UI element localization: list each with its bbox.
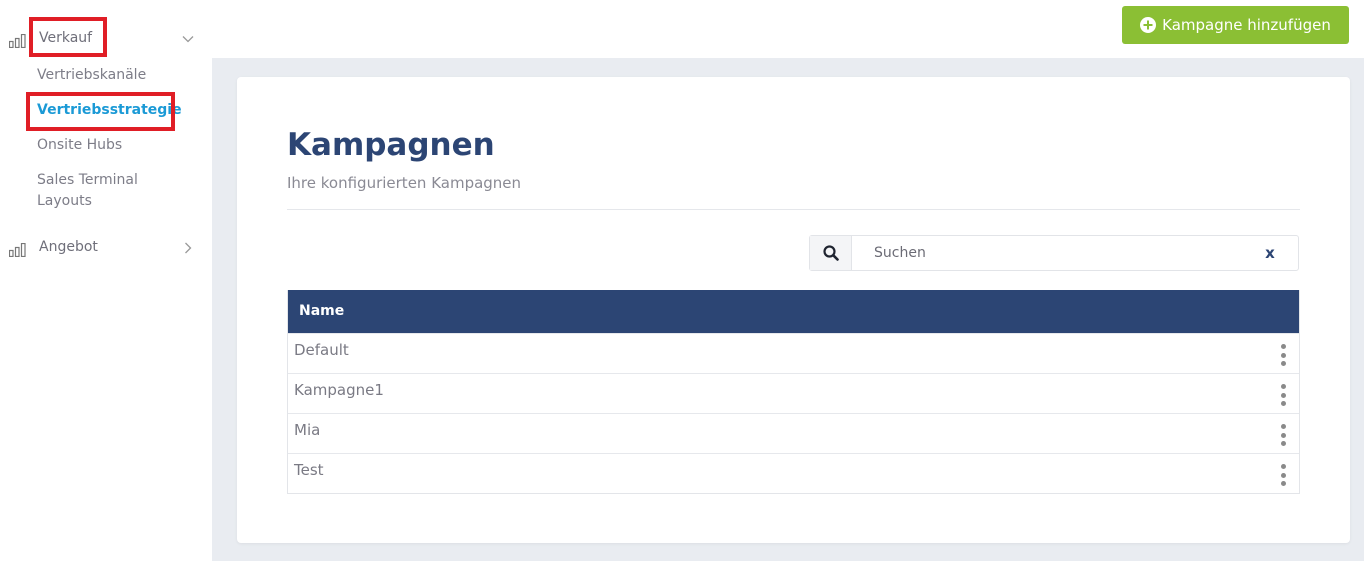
page-subtitle: Ihre konfigurierten Kampagnen	[287, 174, 522, 192]
add-campaign-label: Kampagne hinzufügen	[1162, 16, 1331, 34]
table-row[interactable]: Kampagne1	[288, 373, 1299, 413]
table-row[interactable]: Mia	[288, 413, 1299, 453]
sidebar-item-vertriebsstrategie[interactable]: Vertriebsstrategie	[37, 100, 187, 121]
sidebar-group-label: Verkauf	[39, 30, 93, 46]
sidebar-item-vertriebskanaele[interactable]: Vertriebskanäle	[37, 65, 187, 86]
sidebar-item-onsite-hubs[interactable]: Onsite Hubs	[37, 135, 187, 156]
search-bar: x	[809, 235, 1299, 271]
bar-chart-icon	[9, 34, 26, 48]
row-name: Mia	[294, 421, 321, 439]
page-title: Kampagnen	[287, 127, 495, 163]
campaigns-card: Kampagnen Ihre konfigurierten Kampagnen …	[237, 77, 1350, 543]
sidebar-group-verkauf[interactable]: Verkauf	[0, 22, 212, 56]
more-options-icon[interactable]	[1279, 344, 1287, 366]
more-options-icon[interactable]	[1279, 424, 1287, 446]
search-input[interactable]	[862, 236, 1256, 270]
table-row[interactable]: Test	[288, 453, 1299, 493]
chevron-down-icon	[182, 36, 194, 43]
search-icon	[822, 245, 839, 261]
sidebar-group-angebot[interactable]: Angebot	[0, 231, 212, 265]
sidebar-item-sales-terminal-layouts[interactable]: Sales Terminal Layouts	[37, 170, 187, 212]
table-row[interactable]: Default	[288, 333, 1299, 373]
add-campaign-button[interactable]: Kampagne hinzufügen	[1122, 6, 1349, 44]
chevron-right-icon	[185, 242, 192, 254]
campaigns-table: Name Default Kampagne1 Mia Test	[287, 290, 1300, 494]
plus-circle-icon	[1140, 17, 1157, 33]
row-name: Default	[294, 341, 349, 359]
row-name: Test	[294, 461, 324, 479]
table-header-name[interactable]: Name	[288, 290, 1299, 333]
more-options-icon[interactable]	[1279, 384, 1287, 406]
divider	[287, 209, 1300, 210]
row-name: Kampagne1	[294, 381, 384, 399]
bar-chart-icon	[9, 243, 26, 257]
more-options-icon[interactable]	[1279, 464, 1287, 486]
clear-search-button[interactable]: x	[1260, 243, 1280, 263]
search-button[interactable]	[810, 236, 852, 270]
sidebar-group-label: Angebot	[39, 239, 98, 255]
sidebar: Verkauf Vertriebskanäle Vertriebsstrateg…	[0, 0, 212, 561]
